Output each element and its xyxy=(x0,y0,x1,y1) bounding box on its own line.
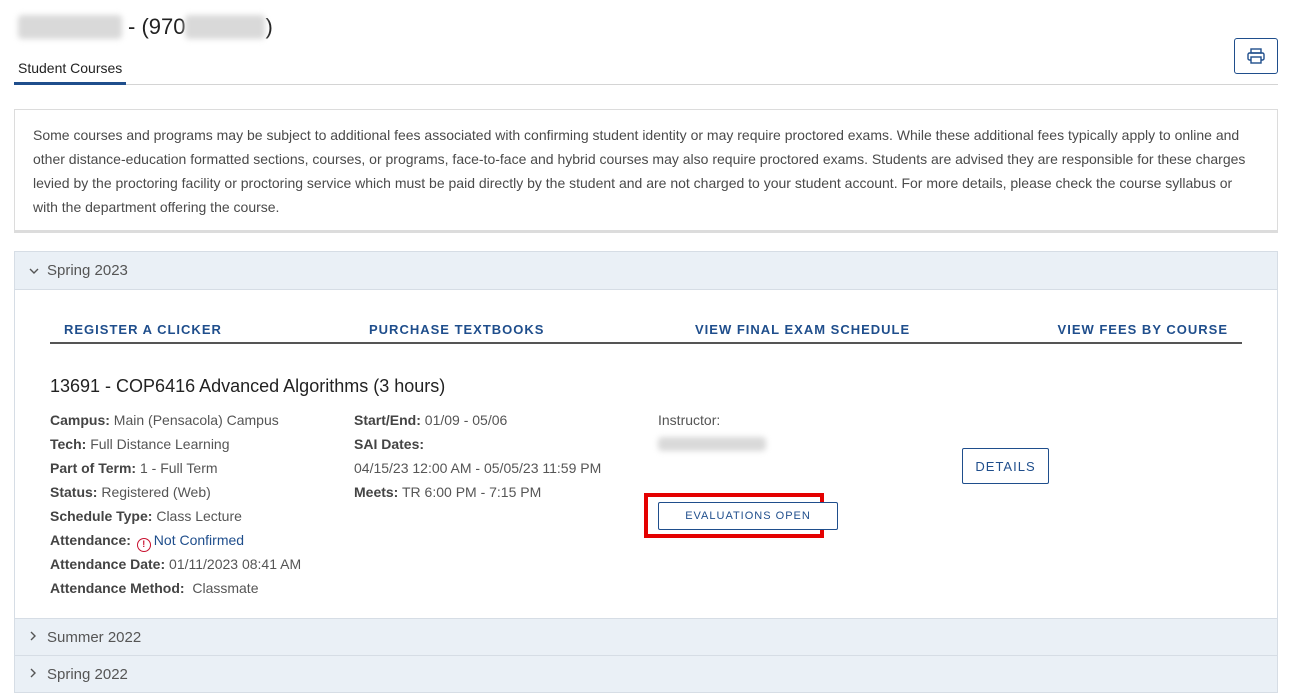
student-id-prefix: - (970 xyxy=(128,14,186,39)
course-info-column-1: Campus: Main (Pensacola) Campus Tech: Fu… xyxy=(50,408,301,600)
evaluations-open-button[interactable]: EVALUATIONS OPEN xyxy=(658,502,838,530)
term-header-spring-2022[interactable]: Spring 2022 xyxy=(14,655,1278,693)
term-header-spring-2023[interactable]: Spring 2023 xyxy=(15,252,1277,290)
fees-notice: Some courses and programs may be subject… xyxy=(14,109,1278,233)
chevron-right-icon xyxy=(29,630,41,644)
redacted-student-id xyxy=(185,15,266,39)
course-actions-bar: REGISTER A CLICKER PURCHASE TEXTBOOKS VI… xyxy=(50,320,1242,344)
tab-student-courses[interactable]: Student Courses xyxy=(14,58,127,85)
details-button[interactable]: DETAILS xyxy=(962,448,1049,484)
course-title: 13691 - COP6416 Advanced Algorithms (3 h… xyxy=(50,376,446,396)
warning-icon: ! xyxy=(136,538,151,552)
term-label: Spring 2023 xyxy=(47,262,128,279)
sai-dates-label: SAI Dates: xyxy=(354,436,425,452)
attendance-date-row: Attendance Date: 01/11/2023 08:41 AM xyxy=(50,556,302,572)
purchase-textbooks-link[interactable]: PURCHASE TEXTBOOKS xyxy=(369,322,544,337)
schedule-type-row: Schedule Type: Class Lecture xyxy=(50,508,242,524)
term-label: Summer 2022 xyxy=(47,628,142,646)
redacted-student-name xyxy=(18,15,122,39)
term-body: REGISTER A CLICKER PURCHASE TEXTBOOKS VI… xyxy=(15,290,1277,619)
term-header-summer-2022[interactable]: Summer 2022 xyxy=(14,618,1278,656)
campus-row: Campus: Main (Pensacola) Campus xyxy=(50,412,279,428)
term-label: Spring 2022 xyxy=(47,665,128,683)
chevron-right-icon xyxy=(29,667,41,681)
instructor-label: Instructor: xyxy=(658,412,721,428)
register-clicker-link[interactable]: REGISTER A CLICKER xyxy=(64,322,222,337)
tech-row: Tech: Full Distance Learning xyxy=(50,436,230,452)
tab-bar: Student Courses xyxy=(14,58,1278,85)
term-panel-spring-2023: Spring 2023 REGISTER A CLICKER PURCHASE … xyxy=(14,251,1278,620)
attendance-status-link[interactable]: Not Confirmed xyxy=(154,532,244,548)
redacted-instructor-name xyxy=(658,437,766,451)
status-row: Status: Registered (Web) xyxy=(50,484,211,500)
attendance-method-row: Attendance Method: Classmate xyxy=(50,580,259,596)
attendance-row: Attendance: ! Not Confirmed xyxy=(50,528,301,552)
start-end-row: Start/End: 01/09 - 05/06 xyxy=(354,412,508,428)
student-header: - (970 ) xyxy=(18,12,273,42)
course-info-column-3: Instructor: xyxy=(658,408,766,451)
sai-dates-value: 04/15/23 12:00 AM - 05/05/23 11:59 PM xyxy=(354,460,602,476)
view-final-exam-schedule-link[interactable]: VIEW FINAL EXAM SCHEDULE xyxy=(695,322,910,337)
student-id-close: ) xyxy=(265,14,273,39)
course-info-column-2: Start/End: 01/09 - 05/06 SAI Dates: 04/1… xyxy=(354,408,601,504)
view-fees-by-course-link[interactable]: VIEW FEES BY COURSE xyxy=(1058,322,1228,337)
chevron-down-icon xyxy=(29,264,41,278)
meets-row: Meets: TR 6:00 PM - 7:15 PM xyxy=(354,484,542,500)
part-of-term-row: Part of Term: 1 - Full Term xyxy=(50,460,218,476)
